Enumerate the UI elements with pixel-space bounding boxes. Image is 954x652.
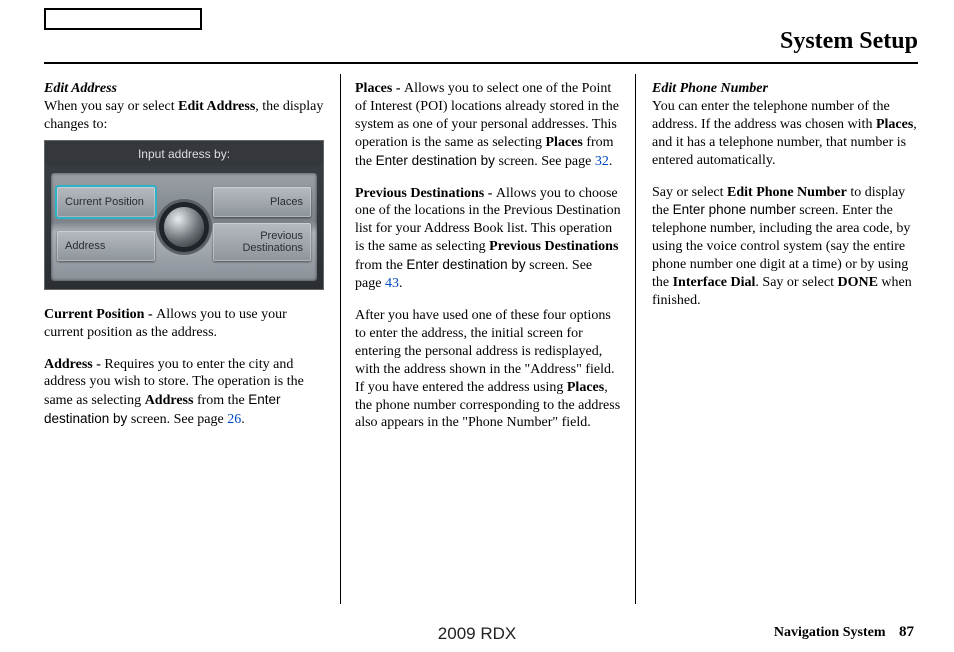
nav-screen-mock: Input address by: Current Position Place…	[44, 140, 324, 290]
page-link-32[interactable]: 32	[595, 154, 609, 169]
page-title: System Setup	[780, 26, 918, 56]
phone-p1-body1: You can enter the telephone number of th…	[652, 99, 890, 132]
address-label: Address -	[44, 357, 104, 372]
phone-p2-bold1: Edit Phone Number	[727, 185, 847, 200]
edit-address-subhead: Edit Address	[44, 81, 117, 96]
phone-p2-body4: . Say or select	[755, 275, 837, 290]
address-body3: screen. See page	[127, 412, 227, 427]
phone-p2-sans: Enter phone number	[673, 202, 796, 217]
phone-p2-bold2: Interface Dial	[673, 275, 756, 290]
nav-btn-address: Address	[57, 231, 155, 261]
edit-phone-p2: Say or select Edit Phone Number to displ…	[652, 184, 918, 310]
prev-label: Previous Destinations -	[355, 186, 496, 201]
nav-screen-title: Input address by:	[45, 141, 323, 166]
places-body4: .	[609, 154, 613, 169]
address-bold: Address	[145, 393, 194, 408]
footer-center: 2009 RDX	[0, 623, 954, 644]
content-columns: Edit Address When you say or select Edit…	[44, 74, 918, 604]
intro-bold: Edit Address	[178, 99, 255, 114]
prev-sans: Enter destination by	[406, 257, 525, 272]
nav-btn-current-position: Current Position	[57, 187, 155, 217]
column-1: Edit Address When you say or select Edit…	[44, 74, 340, 604]
edit-address-intro: Edit Address When you say or select Edit…	[44, 80, 324, 134]
address-paragraph: Address - Requires you to enter the city…	[44, 356, 324, 430]
prev-body2: from the	[355, 258, 406, 273]
page-footer: 2009 RDX Navigation System 87	[0, 623, 954, 642]
edit-phone-p1: Edit Phone Number You can enter the tele…	[652, 80, 918, 170]
prev-bold: Previous Destinations	[489, 239, 618, 254]
page-link-43[interactable]: 43	[385, 276, 399, 291]
intro-text-pre: When you say or select	[44, 99, 178, 114]
places-sans: Enter destination by	[376, 153, 495, 168]
previous-dest-paragraph: Previous Destinations - Allows you to ch…	[355, 185, 621, 293]
nav-btn-previous-destinations: Previous Destinations	[213, 223, 311, 261]
phone-p2-body1: Say or select	[652, 185, 727, 200]
places-label: Places -	[355, 81, 404, 96]
after-bold: Places	[567, 380, 604, 395]
places-bold: Places	[546, 135, 583, 150]
nav-dial-icon	[164, 207, 204, 247]
nav-btn-prev-l2: Destinations	[242, 242, 303, 254]
column-3: Edit Phone Number You can enter the tele…	[636, 74, 918, 604]
places-paragraph: Places - Allows you to select one of the…	[355, 80, 621, 171]
header-small-box	[44, 8, 202, 30]
current-position-label: Current Position -	[44, 307, 156, 322]
column-2: Places - Allows you to select one of the…	[340, 74, 636, 604]
current-position-paragraph: Current Position - Allows you to use you…	[44, 306, 324, 342]
nav-btn-prev-l1: Previous	[260, 230, 303, 242]
nav-panel: Current Position Places Address Previous…	[51, 173, 317, 281]
address-body2: from the	[193, 393, 248, 408]
prev-body4: .	[399, 276, 403, 291]
edit-phone-subhead: Edit Phone Number	[652, 81, 768, 96]
phone-p1-bold: Places	[876, 117, 913, 132]
places-body3: screen. See page	[495, 154, 595, 169]
page-link-26[interactable]: 26	[227, 412, 241, 427]
address-body4: .	[241, 412, 245, 427]
nav-btn-places: Places	[213, 187, 311, 217]
after-paragraph: After you have used one of these four op…	[355, 307, 621, 432]
phone-p2-bold3: DONE	[837, 275, 877, 290]
